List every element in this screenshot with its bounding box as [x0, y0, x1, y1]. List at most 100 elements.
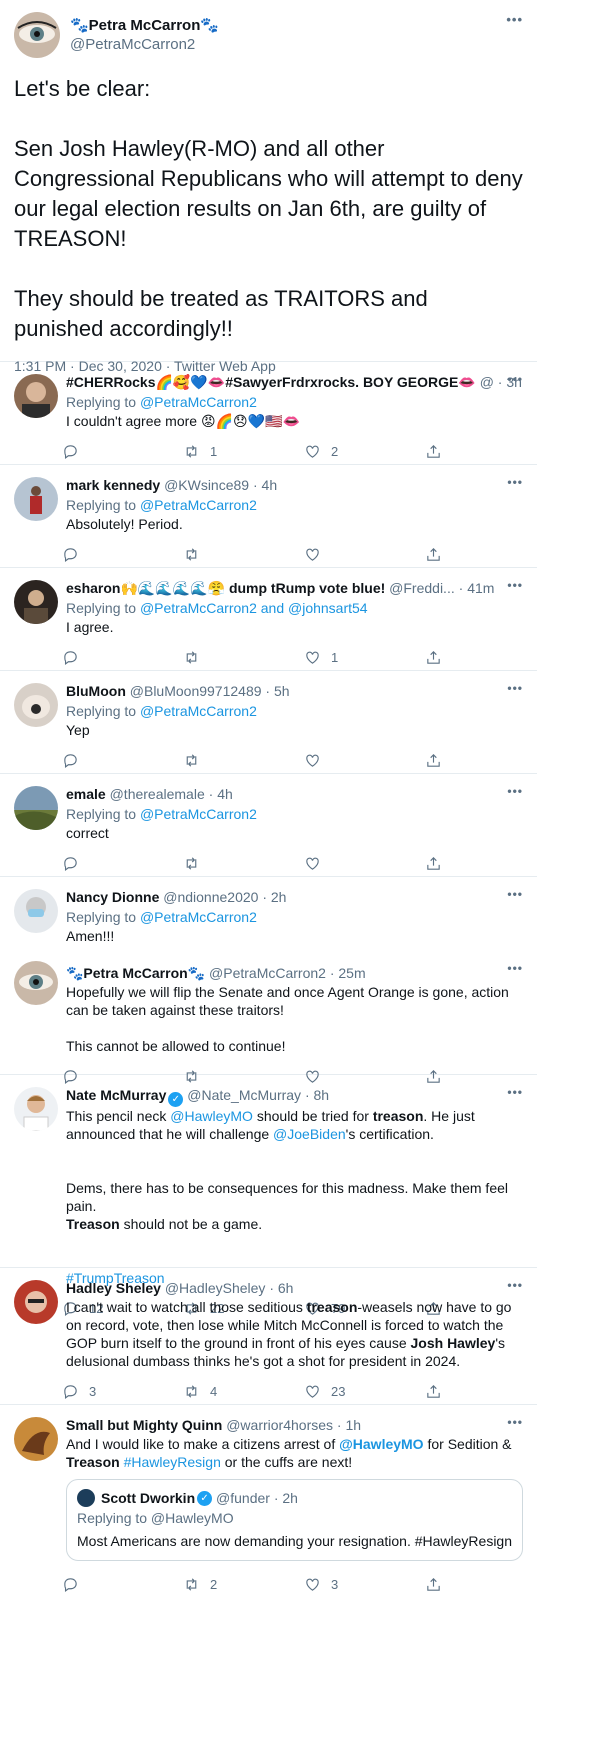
more-icon[interactable]: •••: [507, 578, 523, 592]
author-name[interactable]: Hadley Sheley: [66, 1280, 161, 1296]
like-button[interactable]: 3: [304, 1576, 425, 1593]
author-name[interactable]: 🐾Petra McCarron🐾: [66, 965, 205, 981]
author-name[interactable]: emale: [66, 786, 106, 802]
reply-button[interactable]: [62, 443, 183, 460]
avatar[interactable]: [14, 1417, 58, 1461]
author-handle[interactable]: @Nate_McMurray: [187, 1087, 301, 1103]
author-name[interactable]: mark kennedy: [66, 477, 160, 493]
author-handle[interactable]: @ndionne2020: [163, 889, 258, 905]
author-handle[interactable]: @PetraMcCarron2: [70, 35, 219, 54]
like-button[interactable]: [304, 855, 425, 872]
author-handle[interactable]: @KWsince89: [164, 477, 249, 493]
author-handle[interactable]: @PetraMcCarron2: [209, 965, 326, 981]
reply-tweet[interactable]: esharon🙌🌊🌊🌊🌊😤 dump tRump vote blue! @Fre…: [0, 568, 537, 671]
avatar[interactable]: [14, 889, 58, 933]
reply-button[interactable]: [62, 855, 183, 872]
more-icon[interactable]: •••: [507, 681, 523, 695]
retweet-button[interactable]: 4: [183, 1383, 304, 1400]
avatar[interactable]: [14, 1280, 58, 1324]
share-button[interactable]: [425, 546, 465, 563]
more-icon[interactable]: •••: [507, 887, 523, 901]
mention-link[interactable]: @HawleyMO: [339, 1436, 423, 1452]
author-name[interactable]: BluMoon: [66, 683, 126, 699]
reply-tweet[interactable]: Nate McMurray ✓ @Nate_McMurray · 8h ••• T…: [0, 1075, 537, 1316]
like-button[interactable]: [304, 546, 425, 563]
share-button[interactable]: [425, 649, 465, 666]
reply-tweet[interactable]: 🐾Petra McCarron🐾 @PetraMcCarron2 · 25m •…: [0, 951, 537, 1084]
more-icon[interactable]: •••: [507, 372, 523, 386]
author-name[interactable]: 🐾Petra McCarron🐾: [70, 16, 219, 35]
author-handle[interactable]: @therealemale: [110, 786, 205, 802]
avatar[interactable]: [14, 580, 58, 624]
reply-tweet[interactable]: emale @therealemale · 4h ••• Replying to…: [0, 774, 537, 877]
author-handle[interactable]: @warrior4horses: [226, 1417, 333, 1433]
timestamp[interactable]: 1h: [345, 1417, 361, 1433]
reply-tweet[interactable]: BluMoon @BluMoon99712489 · 5h ••• Replyi…: [0, 671, 537, 774]
mention-link[interactable]: @HawleyMO: [170, 1108, 253, 1124]
mention-link[interactable]: @PetraMcCarron2: [140, 394, 257, 410]
author-name[interactable]: Small but Mighty Quinn: [66, 1417, 222, 1433]
reply-tweet[interactable]: mark kennedy @KWsince89 · 4h ••• Replyin…: [0, 465, 537, 568]
retweet-button[interactable]: 1: [183, 443, 304, 460]
timestamp[interactable]: 25m: [338, 965, 365, 981]
reply-button[interactable]: [62, 752, 183, 769]
author-handle[interactable]: @Freddi...: [389, 580, 455, 596]
like-button[interactable]: 2: [304, 443, 425, 460]
mention-link[interactable]: @PetraMcCarron2: [140, 703, 257, 719]
reply-button[interactable]: 3: [62, 1383, 183, 1400]
author-name[interactable]: Nancy Dionne: [66, 889, 159, 905]
timestamp[interactable]: 41m: [467, 580, 494, 596]
share-button[interactable]: [425, 1383, 465, 1400]
mention-link[interactable]: @johnsart54: [288, 600, 368, 616]
reply-tweet[interactable]: Nancy Dionne @ndionne2020 · 2h ••• Reply…: [0, 877, 537, 951]
reply-button[interactable]: [62, 1576, 183, 1593]
author-name[interactable]: esharon🙌🌊🌊🌊🌊😤 dump tRump vote blue!: [66, 580, 385, 596]
reply-tweet[interactable]: Small but Mighty Quinn @warrior4horses ·…: [0, 1405, 537, 1595]
author-name[interactable]: #CHERRocks🌈🥰💙👄#SawyerFrdrxrocks. BOY GEO…: [66, 374, 476, 390]
more-icon[interactable]: •••: [507, 1085, 523, 1099]
reply-tweet[interactable]: #CHERRocks🌈🥰💙👄#SawyerFrdrxrocks. BOY GEO…: [0, 362, 537, 465]
timestamp[interactable]: 5h: [274, 683, 290, 699]
timestamp[interactable]: 4h: [262, 477, 278, 493]
retweet-button[interactable]: [183, 855, 304, 872]
more-icon[interactable]: •••: [507, 961, 523, 975]
more-icon[interactable]: •••: [507, 784, 523, 798]
reply-button[interactable]: [62, 546, 183, 563]
timestamp[interactable]: 4h: [217, 786, 233, 802]
avatar[interactable]: [14, 374, 58, 418]
reply-button[interactable]: [62, 649, 183, 666]
avatar[interactable]: [14, 477, 58, 521]
hashtag-link[interactable]: #HawleyResign: [124, 1454, 221, 1470]
mention-link[interactable]: @JoeBiden: [273, 1126, 346, 1142]
more-icon[interactable]: •••: [507, 1278, 523, 1292]
more-icon[interactable]: •••: [507, 475, 523, 489]
avatar[interactable]: [14, 12, 60, 58]
like-button[interactable]: [304, 752, 425, 769]
reply-tweet[interactable]: Hadley Sheley @HadleySheley · 6h ••• I c…: [0, 1268, 537, 1405]
share-button[interactable]: [425, 443, 465, 460]
retweet-button[interactable]: [183, 546, 304, 563]
author-name[interactable]: Nate McMurray: [66, 1087, 166, 1103]
timestamp[interactable]: 8h: [314, 1087, 330, 1103]
retweet-button[interactable]: [183, 649, 304, 666]
like-button[interactable]: 1: [304, 649, 425, 666]
quoted-tweet[interactable]: Scott Dworkin ✓ @funder · 2h Replying to …: [66, 1479, 523, 1561]
mention-link[interactable]: @PetraMcCarron2: [140, 497, 257, 513]
like-button[interactable]: 23: [304, 1383, 425, 1400]
share-button[interactable]: [425, 855, 465, 872]
avatar[interactable]: [14, 683, 58, 727]
timestamp[interactable]: 2h: [271, 889, 287, 905]
avatar[interactable]: [14, 961, 58, 1005]
mention-link[interactable]: @PetraMcCarron2: [140, 909, 257, 925]
retweet-button[interactable]: [183, 752, 304, 769]
author-handle[interactable]: @BluMoon99712489: [130, 683, 262, 699]
avatar[interactable]: [14, 1087, 58, 1131]
avatar[interactable]: [14, 786, 58, 830]
timestamp[interactable]: 6h: [278, 1280, 294, 1296]
mention-link[interactable]: @PetraMcCarron2: [140, 806, 257, 822]
more-icon[interactable]: •••: [507, 1415, 523, 1429]
author-handle[interactable]: @HadleySheley: [165, 1280, 266, 1296]
author-handle[interactable]: @: [480, 374, 494, 390]
mention-link[interactable]: @PetraMcCarron2: [140, 600, 257, 616]
share-button[interactable]: [425, 752, 465, 769]
